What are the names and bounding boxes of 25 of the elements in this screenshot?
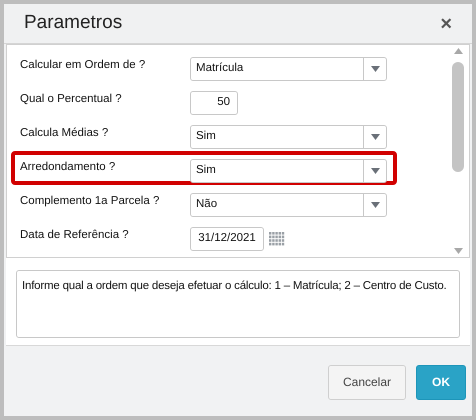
dropdown[interactable]: Sim bbox=[190, 159, 387, 183]
window-title: Parametros bbox=[24, 11, 122, 36]
field-label: Arredondamento ? bbox=[20, 160, 116, 175]
field-label: Qual o Percentual ? bbox=[20, 92, 123, 107]
scroll-down-icon[interactable] bbox=[454, 248, 462, 254]
dropdown[interactable]: Não bbox=[190, 193, 387, 217]
caret-icon bbox=[370, 66, 380, 72]
cancel-button[interactable]: Cancelar bbox=[328, 364, 406, 400]
help-text: Informe qual a ordem que deseja efetuar o cálculo: 1 – Matrícula; 2 – Centro de Custo. bbox=[22, 279, 448, 294]
field-label: Calcular em Ordem de ? bbox=[20, 58, 146, 73]
scroll-thumb[interactable] bbox=[452, 62, 464, 172]
caret-icon bbox=[370, 202, 380, 208]
scroll-up-icon[interactable] bbox=[454, 48, 462, 54]
scrollbar[interactable] bbox=[451, 48, 465, 254]
field-label: Complemento 1a Parcela ? bbox=[20, 194, 160, 209]
calendar-icon[interactable] bbox=[269, 232, 285, 246]
close-button[interactable]: × bbox=[440, 14, 452, 34]
caret-icon bbox=[370, 168, 380, 174]
field-label: Calcula Médias ? bbox=[20, 126, 110, 141]
caret-icon bbox=[370, 134, 380, 140]
dropdown[interactable]: Sim bbox=[190, 125, 387, 149]
number-field[interactable]: 50 bbox=[190, 91, 238, 115]
field-label: Data de Referência ? bbox=[20, 228, 130, 243]
date-field[interactable]: 31/12/2021 bbox=[190, 227, 264, 251]
dropdown[interactable]: Matrícula bbox=[190, 57, 387, 81]
